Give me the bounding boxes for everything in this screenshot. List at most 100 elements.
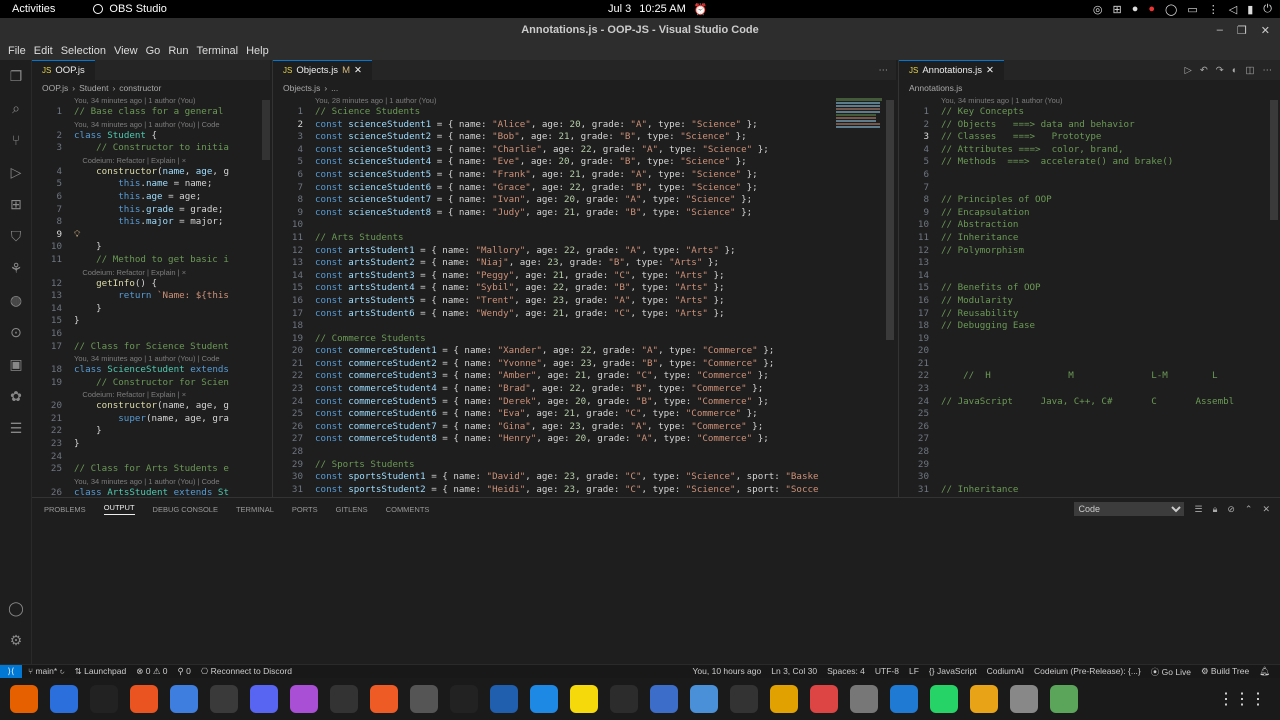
code-line[interactable]: 19 // Constructor for Scien (32, 377, 270, 390)
code-line[interactable]: 11 // Method to get basic i (32, 254, 270, 267)
code-line[interactable]: 3 // Classes ===> Prototype (899, 131, 1280, 144)
remote-indicator-icon[interactable]: ⟩⟨ (0, 664, 22, 679)
menu-edit[interactable]: Edit (30, 45, 57, 57)
code-line[interactable]: 8 const scienceStudent7 = { name: "Ivan",… (273, 194, 896, 207)
panel-tab-terminal[interactable]: TERMINAL (236, 505, 274, 514)
notifications-icon[interactable]: 🔔︎ (1259, 666, 1270, 678)
code-line[interactable]: 9 💡︎ (32, 229, 270, 242)
codiumai-status[interactable]: CodiumAI (987, 666, 1024, 678)
code-line[interactable]: 25 // Class for Arts Students e (32, 463, 270, 476)
code-line[interactable]: 14 const artsStudent3 = { name: "Peggy", … (273, 270, 896, 283)
browser-icon[interactable] (50, 685, 78, 713)
obs-studio-icon[interactable] (210, 685, 238, 713)
code-line[interactable]: 22 // H M L-M L (899, 370, 1280, 383)
chrome-icon[interactable] (770, 685, 798, 713)
code-line[interactable]: 11 // Inheritance (899, 232, 1280, 245)
code-line[interactable]: 12 // Polymorphism (899, 245, 1280, 258)
network-icon[interactable]: ⋮ (1208, 3, 1219, 16)
code-line[interactable]: 12 getInfo() { (32, 278, 270, 291)
panel-tab-problems[interactable]: PROBLEMS (44, 505, 86, 514)
codelens-annotation[interactable]: Codeium: Refactor | Explain | × (32, 389, 270, 400)
scrollbar[interactable] (262, 100, 270, 160)
vscode-icon[interactable] (890, 685, 918, 713)
code-line[interactable]: 8 this.major = major; (32, 216, 270, 229)
code-line[interactable]: 26 (899, 421, 1280, 434)
software-center-icon[interactable] (130, 685, 158, 713)
obs-icon[interactable] (90, 685, 118, 713)
explorer-icon[interactable]: ❐ (0, 60, 32, 92)
search-icon[interactable]: ⌕ (0, 92, 32, 124)
code-line[interactable]: 26 class ArtsStudent extends St (32, 487, 270, 497)
close-icon[interactable]: ✕ (1261, 24, 1270, 37)
code-line[interactable]: 2 const scienceStudent1 = { name: "Alice"… (273, 119, 896, 132)
code-line[interactable]: 7 (899, 182, 1280, 195)
list-icon[interactable]: ☰ (1194, 504, 1202, 515)
code-line[interactable]: 18 class ScienceStudent extends (32, 364, 270, 377)
codelens-annotation[interactable]: You, 34 minutes ago | 1 author (You) | C… (32, 353, 270, 364)
code-line[interactable]: 22 } (32, 425, 270, 438)
code-line[interactable]: 26 const commerceStudent7 = { name: "Gina… (273, 421, 896, 434)
show-apps-icon[interactable]: ⋮⋮⋮ (1218, 689, 1266, 709)
code-line[interactable]: 3 // Constructor to initia (32, 142, 270, 155)
notes-icon[interactable] (570, 685, 598, 713)
intellij-icon[interactable] (450, 685, 478, 713)
whatsapp-tray-icon[interactable]: ◯ (1165, 3, 1177, 16)
code-line[interactable]: 27 const commerceStudent8 = { name: "Henr… (273, 433, 896, 446)
code-line[interactable]: 2 class Student { (32, 130, 270, 143)
build-tree-button[interactable]: ⚙ Build Tree (1201, 666, 1249, 678)
breadcrumb-item[interactable]: Annotations.js (909, 83, 962, 93)
code-area[interactable]: You, 28 minutes ago | 1 author (You) 1 // … (273, 94, 896, 496)
code-line[interactable]: 9 const scienceStudent8 = { name: "Judy",… (273, 207, 896, 220)
code-line[interactable]: 31 const sportsStudent2 = { name: "Heidi"… (273, 484, 896, 497)
cursor-position[interactable]: Ln 3, Col 30 (771, 666, 817, 678)
more-actions-icon[interactable]: ⋯ (1263, 65, 1273, 76)
git-blame[interactable]: You, 10 hours ago (693, 666, 762, 678)
wireshark-icon[interactable] (490, 685, 518, 713)
split-editor-icon[interactable]: ◫ (1246, 65, 1255, 76)
panel-tab-gitlens[interactable]: GITLENS (336, 505, 368, 514)
remote-icon[interactable] (530, 685, 558, 713)
branch-indicator[interactable]: ⑂ main* ↻ (28, 666, 65, 677)
video-icon[interactable] (290, 685, 318, 713)
list-icon[interactable]: ☰ (0, 412, 32, 444)
code-line[interactable]: 23 const commerceStudent4 = { name: "Brad… (273, 383, 896, 396)
gear-icon[interactable]: ⚙ (0, 624, 32, 656)
code-line[interactable]: 18 // Debugging Ease (899, 320, 1280, 333)
code-line[interactable]: 5 this.name = name; (32, 178, 270, 191)
terminal-icon[interactable] (330, 685, 358, 713)
code-line[interactable]: 28 (273, 446, 896, 459)
lock-icon[interactable]: 🔒︎ (1213, 504, 1218, 515)
breadcrumb-item[interactable]: constructor (119, 83, 161, 93)
close-icon[interactable]: ✕ (354, 65, 362, 76)
code-line[interactable]: 3 const scienceStudent2 = { name: "Bob", … (273, 131, 896, 144)
codelens-annotation[interactable]: You, 34 minutes ago | 1 author (You) | C… (32, 119, 270, 130)
run-icon[interactable]: ▷ (1185, 65, 1192, 76)
gitlens-icon[interactable]: ⊙ (0, 316, 32, 348)
breadcrumb-item[interactable]: Student (79, 83, 108, 93)
code-line[interactable]: 5 const scienceStudent4 = { name: "Eve", … (273, 156, 896, 169)
go-back-icon[interactable]: ↶ (1200, 65, 1208, 76)
code-line[interactable]: 4 // Attributes ===> color, brand, (899, 144, 1280, 157)
postman-icon[interactable] (370, 685, 398, 713)
discord-button[interactable]: ⎔ Reconnect to Discord (201, 666, 292, 677)
panel-tab-ports[interactable]: PORTS (292, 505, 318, 514)
code-line[interactable]: 16 (32, 328, 270, 341)
editor-icon[interactable] (650, 685, 678, 713)
code-area[interactable]: You, 34 minutes ago | 1 author (You) 1 // … (32, 94, 270, 497)
shield-icon[interactable]: ⛉ (0, 220, 32, 252)
activities-button[interactable]: Activities (0, 3, 67, 15)
mongodb-icon[interactable] (610, 685, 638, 713)
account-icon[interactable]: ◯ (0, 592, 32, 624)
scrollbar[interactable] (1270, 100, 1278, 220)
codelens-annotation[interactable]: Codeium: Refactor | Explain | × (32, 155, 270, 166)
tab-oop-js[interactable]: JS OOP.js (32, 60, 95, 80)
chrome-tray-icon[interactable]: ● (1132, 3, 1139, 15)
code-line[interactable]: 28 (899, 446, 1280, 459)
code-line[interactable]: 15 // Benefits of OOP (899, 282, 1280, 295)
ports-indicator[interactable]: ⚲ 0 (178, 666, 191, 677)
tray-icon[interactable]: ⊞ (1113, 3, 1122, 16)
compare-icon[interactable]: ◐ (1232, 65, 1238, 76)
code-line[interactable]: 30 (899, 471, 1280, 484)
code-line[interactable]: 31 // Inheritance (899, 484, 1280, 497)
maximize-panel-icon[interactable]: ⌃ (1245, 504, 1253, 515)
